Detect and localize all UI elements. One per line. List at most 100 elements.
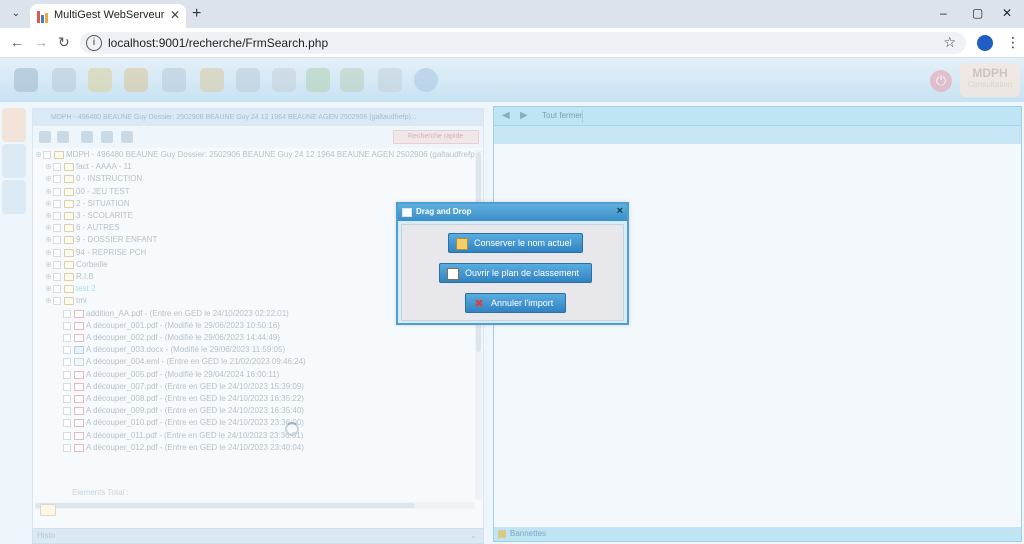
folder-add-icon[interactable] xyxy=(81,131,93,143)
node-checkbox[interactable] xyxy=(53,212,61,220)
next-arrow-icon[interactable]: ▶ xyxy=(520,110,528,121)
edit-icon[interactable] xyxy=(200,68,224,92)
search-icon[interactable] xyxy=(14,68,38,92)
node-checkbox[interactable] xyxy=(63,370,71,379)
node-label[interactable]: test 2 xyxy=(76,284,96,293)
import-icon[interactable] xyxy=(306,68,330,92)
document-search-icon[interactable] xyxy=(162,68,186,92)
node-checkbox[interactable] xyxy=(63,309,71,318)
expand-toggle-icon[interactable]: ⊕ xyxy=(45,248,52,257)
expand-toggle-icon[interactable]: ⊕ xyxy=(45,199,52,208)
side-tab-documents[interactable] xyxy=(2,108,26,142)
node-label[interactable]: A découper_004.eml - (Entre en GED le 21… xyxy=(86,357,306,366)
user-settings-icon[interactable] xyxy=(378,68,402,92)
back-arrow-icon[interactable]: ← xyxy=(10,34,24,50)
node-label[interactable]: 00 - JEU TEST xyxy=(76,187,130,196)
browser-tab[interactable]: MultiGest WebServeur - Admin ✕ xyxy=(30,4,186,28)
node-label[interactable]: A découper_001.pdf - (Modifié le 29/06/2… xyxy=(86,321,280,330)
node-label[interactable]: A découper_011.pdf - (Entre en GED le 24… xyxy=(86,431,303,440)
expand-toggle-icon[interactable]: ⊕ xyxy=(45,211,52,220)
bookmark-star-icon[interactable]: ☆ xyxy=(943,34,956,51)
open-classification-plan-button[interactable]: Ouvrir le plan de classement xyxy=(439,263,592,283)
previous-arrow-icon[interactable]: ◀ xyxy=(502,110,510,121)
tab-search-chevron-icon[interactable]: ⌄ xyxy=(6,5,26,23)
node-checkbox[interactable] xyxy=(53,248,61,257)
side-tab-search[interactable] xyxy=(2,180,26,214)
node-label[interactable]: A découper_010.pdf - (Entre en GED le 24… xyxy=(86,418,304,427)
node-checkbox[interactable] xyxy=(43,151,51,159)
expand-toggle-icon[interactable]: ⊕ xyxy=(45,235,52,244)
quick-search-box[interactable]: Recherche rapide xyxy=(393,130,479,144)
url-text[interactable]: localhost:9001/recherche/FrmSearch.php xyxy=(108,36,328,50)
node-checkbox[interactable] xyxy=(53,187,61,196)
folder-icon[interactable] xyxy=(40,504,56,516)
node-label[interactable]: addition_AA.pdf - (Entre en GED le 24/10… xyxy=(86,309,289,318)
close-all-button[interactable]: Tout fermer xyxy=(542,111,582,120)
node-checkbox[interactable] xyxy=(63,358,71,367)
expand-toggle-icon[interactable]: ⊕ xyxy=(35,150,42,159)
node-label[interactable]: A découper_012.pdf - (Entre en GED le 24… xyxy=(86,443,304,452)
expand-toggle-icon[interactable]: ⊕ xyxy=(45,284,52,293)
reload-icon[interactable]: ↻ xyxy=(58,34,70,51)
pen-icon[interactable] xyxy=(88,68,112,92)
node-label[interactable]: A découper_008.pdf - (Entre en GED le 24… xyxy=(86,394,304,403)
bannettes-bar[interactable]: Bannettes xyxy=(494,527,1021,541)
node-label[interactable]: 6 - AUTRES xyxy=(76,223,120,232)
node-checkbox[interactable] xyxy=(63,407,71,416)
scan-icon[interactable] xyxy=(340,68,364,92)
dialog-close-button[interactable]: × xyxy=(617,205,623,217)
tree-horizontal-scrollbar[interactable] xyxy=(35,502,475,509)
node-label[interactable]: R.I.B xyxy=(76,272,94,281)
minimize-button[interactable]: – xyxy=(940,6,947,20)
node-label[interactable]: A découper_007.pdf - (Entre en GED le 24… xyxy=(86,382,304,391)
new-tab-button[interactable]: + xyxy=(192,5,201,23)
node-checkbox[interactable] xyxy=(53,236,61,245)
node-label[interactable]: 94 - REPRISE PCH xyxy=(76,248,146,257)
tools-icon[interactable] xyxy=(124,68,148,92)
expand-toggle-icon[interactable]: ⊕ xyxy=(45,223,52,232)
forward-arrow-icon[interactable]: → xyxy=(34,34,48,50)
help-icon[interactable] xyxy=(414,68,438,92)
node-checkbox[interactable] xyxy=(63,334,71,342)
browser-menu-icon[interactable]: ⋮ xyxy=(1006,34,1020,51)
mail-icon[interactable] xyxy=(272,68,296,92)
maximize-button[interactable]: ▢ xyxy=(972,6,983,20)
url-omnibox[interactable]: i localhost:9001/recherche/FrmSearch.php… xyxy=(80,32,966,54)
expand-toggle-icon[interactable]: ⊕ xyxy=(45,174,52,183)
mdph-consultation-badge[interactable]: MDPH Consultation xyxy=(960,63,1020,97)
side-tab-files[interactable] xyxy=(2,144,26,178)
tab-close-icon[interactable]: ✕ xyxy=(170,8,180,22)
node-checkbox[interactable] xyxy=(63,419,71,428)
node-label[interactable]: 9 - DOSSIER ENFANT xyxy=(76,235,157,244)
node-checkbox[interactable] xyxy=(63,395,71,403)
node-label[interactable]: 3 - SCOLARITE xyxy=(76,211,133,220)
node-checkbox[interactable] xyxy=(63,382,71,391)
node-checkbox[interactable] xyxy=(53,273,61,281)
print-icon[interactable] xyxy=(121,131,133,143)
profile-avatar-icon[interactable] xyxy=(977,35,993,51)
site-info-icon[interactable]: i xyxy=(86,35,102,51)
node-checkbox[interactable] xyxy=(63,431,71,440)
node-label[interactable]: A découper_003.docx - (Modifié le 29/06/… xyxy=(86,345,285,354)
node-checkbox[interactable] xyxy=(63,321,71,330)
node-label[interactable]: Corbeille xyxy=(76,260,108,269)
home-icon[interactable] xyxy=(52,68,76,92)
expand-toggle-icon[interactable]: ⊕ xyxy=(45,296,52,305)
expand-toggle-icon[interactable]: ⊕ xyxy=(45,260,52,269)
node-label[interactable]: A découper_002.pdf - (Modifié le 29/06/2… xyxy=(86,333,280,342)
dialog-titlebar[interactable]: Drag and Drop × xyxy=(398,204,627,221)
node-checkbox[interactable] xyxy=(53,224,61,233)
node-label[interactable]: MDPH - 496480 BEAUNE Guy Dossier: 250290… xyxy=(66,150,475,159)
node-checkbox[interactable] xyxy=(53,175,61,184)
collapse-icon[interactable] xyxy=(57,131,69,143)
node-label[interactable]: A découper_005.pdf - (Modifié le 29/04/2… xyxy=(86,370,279,379)
node-label[interactable]: tmi xyxy=(76,296,87,305)
expand-toggle-icon[interactable]: ⊕ xyxy=(45,162,52,171)
node-label[interactable]: A découper_009.pdf - (Entre en GED le 24… xyxy=(86,406,304,415)
node-label[interactable]: 0 - INSTRUCTION xyxy=(76,174,142,183)
expand-toggle-icon[interactable]: ⊕ xyxy=(45,272,52,281)
expand-icon[interactable] xyxy=(39,131,51,143)
node-checkbox[interactable] xyxy=(53,163,61,172)
history-header[interactable]: Histo ⌄ xyxy=(32,528,484,544)
power-icon[interactable]: ⏻ xyxy=(930,70,952,92)
